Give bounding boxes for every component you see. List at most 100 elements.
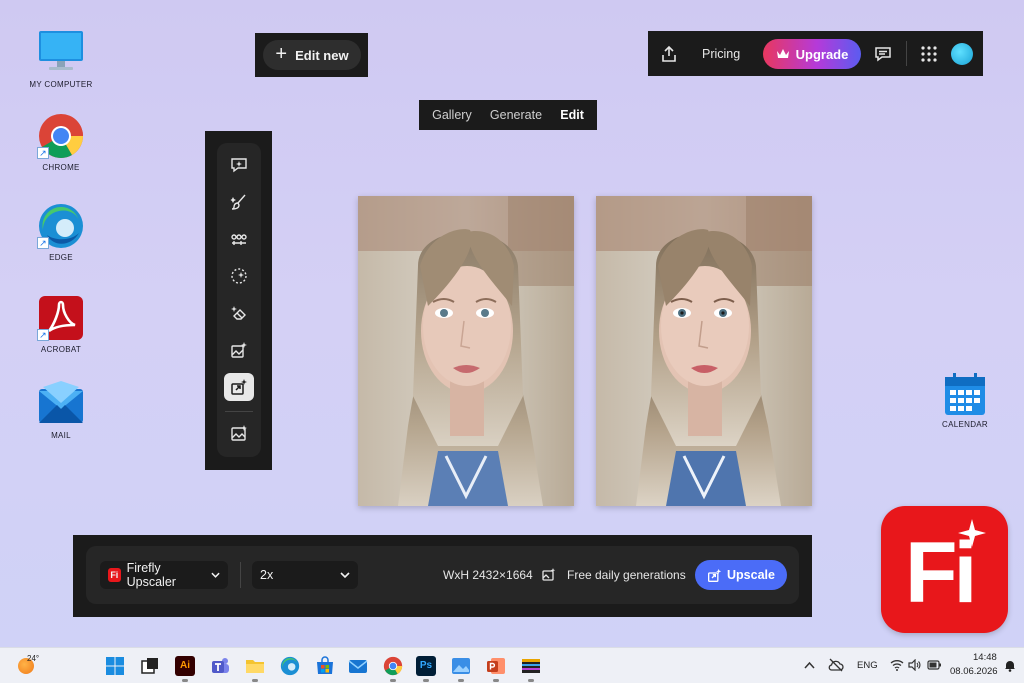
edit-new-button[interactable]: + Edit new [263,40,361,70]
upscale-options-inner: Fi Firefly Upscaler 2x WxH 2432×1664 Fre… [86,546,799,604]
brush-icon[interactable] [224,188,254,216]
upscale-button-label: Upscale [727,568,775,582]
desktop-icon-my-computer[interactable]: MY COMPUTER [21,30,101,89]
desktop-icon-acrobat[interactable]: ↗ ACROBAT [21,295,101,354]
upgrade-button[interactable]: Upgrade [763,39,861,69]
running-indicator [390,679,396,682]
chrome-taskbar-icon[interactable] [383,656,403,676]
sparkle-icon [958,519,986,547]
eraser-icon[interactable] [224,299,254,327]
tab-gallery[interactable]: Gallery [432,108,472,122]
prompt-edit-icon[interactable] [224,151,254,179]
top-toolbar: Pricing Upgrade [648,31,983,76]
taskbar: 24° Ai Ps ENG 14:48 08.06.2026 [0,647,1024,683]
avatar[interactable] [951,43,973,65]
edge-icon: ↗ [37,203,85,249]
mail-icon [37,381,85,427]
scale-select-label: 2x [260,568,274,582]
model-select-label: Firefly Upscaler [126,561,176,589]
running-indicator [423,679,429,682]
desktop-icon-chrome[interactable]: ↗ CHROME [21,113,101,172]
divider [906,41,907,66]
tool-divider [225,411,253,412]
store-icon[interactable] [315,656,335,676]
scale-select[interactable]: 2x [252,561,358,589]
photoshop-icon[interactable]: Ps [416,656,436,676]
desktop-icon-label: CHROME [42,163,80,172]
weather-temp: 24° [27,654,40,663]
chevron-down-icon [211,572,220,578]
acrobat-icon: ↗ [37,295,85,341]
chevron-down-icon [340,572,350,579]
tool-rail-inner [217,143,261,457]
clock-date[interactable]: 08.06.2026 [950,666,998,677]
desktop-icon-label: EDGE [49,253,73,262]
tool-rail [205,131,272,470]
photos-icon[interactable] [451,656,471,676]
running-indicator [252,679,258,682]
shortcut-arrow-icon: ↗ [37,329,49,341]
nav-tabs: Gallery Generate Edit [419,100,597,130]
tab-edit[interactable]: Edit [560,108,584,122]
upscale-icon [708,568,722,582]
tab-generate[interactable]: Generate [490,108,542,122]
powerpoint-icon[interactable] [486,656,506,676]
firefly-app-logo: Fi [881,506,1008,633]
running-indicator [458,679,464,682]
calendar-icon [944,372,986,416]
chevron-up-icon[interactable] [804,661,815,669]
upscale-icon[interactable] [224,373,254,401]
cloud-offline-icon[interactable] [828,658,844,672]
running-indicator [493,679,499,682]
edit-new-label: Edit new [295,47,349,63]
illustrator-icon[interactable]: Ai [175,656,195,676]
running-indicator [182,679,188,682]
plus-icon: + [275,43,288,65]
generations-credit-icon [542,568,556,581]
generative-expand-icon[interactable] [224,336,254,364]
original-image[interactable] [358,196,574,506]
task-view-icon[interactable] [140,656,160,676]
wifi-icon[interactable] [890,659,904,671]
running-indicator [528,679,534,682]
desktop-icon-calendar[interactable]: CALENDAR [925,372,1005,429]
share-icon[interactable] [660,45,678,63]
media-player-icon[interactable] [521,656,541,676]
start-windows-icon[interactable] [105,656,125,676]
feedback-chat-icon[interactable] [874,45,892,63]
desktop-icon-edge[interactable]: ↗ EDGE [21,203,101,262]
remove-background-icon[interactable] [224,262,254,290]
upscaled-image[interactable] [596,196,812,506]
pricing-link[interactable]: Pricing [702,47,740,61]
shortcut-arrow-icon: ↗ [37,237,49,249]
free-daily-generations[interactable]: Free daily generations [567,568,686,582]
divider [240,562,241,588]
monitor-icon [37,30,85,76]
apps-grid-icon[interactable] [921,46,937,62]
output-dimensions: WxH 2432×1664 [443,568,533,582]
mail-taskbar-icon[interactable] [348,656,368,676]
chrome-icon: ↗ [37,113,85,159]
desktop-icon-label: ACROBAT [40,345,82,354]
desktop-icon-mail[interactable]: MAIL [21,381,101,440]
upscale-button[interactable]: Upscale [695,560,787,590]
upgrade-label: Upgrade [795,46,849,62]
image-generate-icon[interactable] [224,419,254,447]
adjust-icon[interactable] [224,225,254,253]
clock-time[interactable]: 14:48 [973,652,997,663]
volume-icon[interactable] [908,659,921,671]
shortcut-arrow-icon: ↗ [37,147,49,159]
upscale-options-bar: Fi Firefly Upscaler 2x WxH 2432×1664 Fre… [73,535,812,617]
notification-bell-icon[interactable] [1004,659,1016,672]
model-select[interactable]: Fi Firefly Upscaler [100,561,228,589]
edge-taskbar-icon[interactable] [280,656,300,676]
battery-icon[interactable] [927,660,942,670]
desktop-icon-label: MY COMPUTER [29,80,93,89]
desktop-icon-label: CALENDAR [942,420,988,429]
desktop-icon-label: MAIL [51,431,71,440]
language-indicator[interactable]: ENG [857,660,878,671]
firefly-model-icon: Fi [108,568,121,582]
crown-icon [776,49,789,58]
teams-icon[interactable] [210,656,230,676]
file-explorer-icon[interactable] [245,656,265,676]
